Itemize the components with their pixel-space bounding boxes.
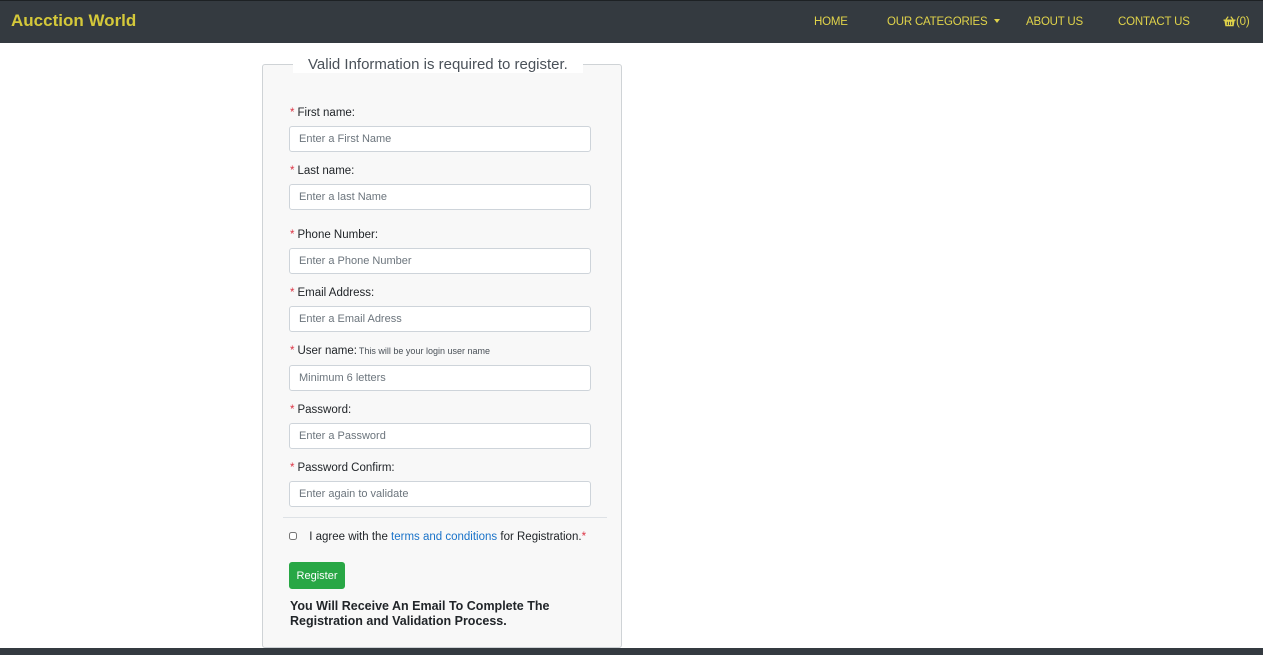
caret-down-icon xyxy=(993,19,1000,23)
nav-cart-link[interactable]: (0) xyxy=(1223,16,1250,30)
nav-categories-dropdown[interactable]: OUR CATEGORIES xyxy=(887,16,1000,28)
first-name-label-text: First name: xyxy=(297,107,355,119)
first-name-label: * First name: xyxy=(290,107,355,119)
password-label-text: Password: xyxy=(297,404,352,416)
last-name-label-text: Last name: xyxy=(297,165,355,177)
username-label-text: User name: xyxy=(297,345,357,357)
password-confirm-input[interactable] xyxy=(289,481,591,507)
email-label-text: Email Address: xyxy=(297,287,375,299)
nav-home-link[interactable]: HOME xyxy=(814,16,848,28)
required-marker: * xyxy=(290,229,295,241)
terms-agreement-row: I agree with the terms and conditions fo… xyxy=(289,531,589,543)
nav-about-link[interactable]: ABOUT US xyxy=(1026,16,1083,28)
password-label: * Password: xyxy=(290,404,351,416)
brand-logo-link[interactable]: Aucction World xyxy=(11,11,136,31)
phone-label: * Phone Number: xyxy=(290,229,378,241)
footer-bar xyxy=(0,648,1263,655)
email-notice: You Will Receive An Email To Complete Th… xyxy=(290,599,550,628)
required-marker: * xyxy=(290,462,295,474)
required-marker: * xyxy=(290,287,295,299)
first-name-input[interactable] xyxy=(289,126,591,152)
required-marker: * xyxy=(290,165,295,177)
required-marker: * xyxy=(290,345,295,357)
password-confirm-label: * Password Confirm: xyxy=(290,462,395,474)
registration-form: Valid Information is required to registe… xyxy=(262,56,622,648)
register-button[interactable]: Register xyxy=(289,562,345,589)
username-input[interactable] xyxy=(289,365,591,391)
agree-suffix: for Registration. xyxy=(500,531,582,543)
phone-label-text: Phone Number: xyxy=(297,229,379,241)
form-legend: Valid Information is required to registe… xyxy=(293,56,583,73)
terms-link[interactable]: terms and conditions xyxy=(391,531,497,543)
basket-icon xyxy=(1223,16,1236,30)
agree-prefix: I agree with the xyxy=(309,531,388,543)
terms-checkbox[interactable] xyxy=(289,532,297,540)
cart-count: (0) xyxy=(1236,16,1250,28)
required-marker: * xyxy=(290,107,295,119)
required-marker: * xyxy=(290,404,295,416)
required-marker: * xyxy=(581,531,587,543)
nav-categories-label: OUR CATEGORIES xyxy=(887,16,988,28)
last-name-input[interactable] xyxy=(289,184,591,210)
email-label: * Email Address: xyxy=(290,287,374,299)
top-navbar: Aucction World HOME OUR CATEGORIES ABOUT… xyxy=(0,0,1263,43)
password-input[interactable] xyxy=(289,423,591,449)
username-hint: This will be your login user name xyxy=(358,346,490,356)
password-confirm-label-text: Password Confirm: xyxy=(297,462,395,474)
username-label: * User name: This will be your login user … xyxy=(290,345,490,357)
last-name-label: * Last name: xyxy=(290,165,354,177)
nav-contact-link[interactable]: CONTACT US xyxy=(1118,16,1190,28)
form-divider xyxy=(283,517,607,518)
email-input[interactable] xyxy=(289,306,591,332)
phone-input[interactable] xyxy=(289,248,591,274)
